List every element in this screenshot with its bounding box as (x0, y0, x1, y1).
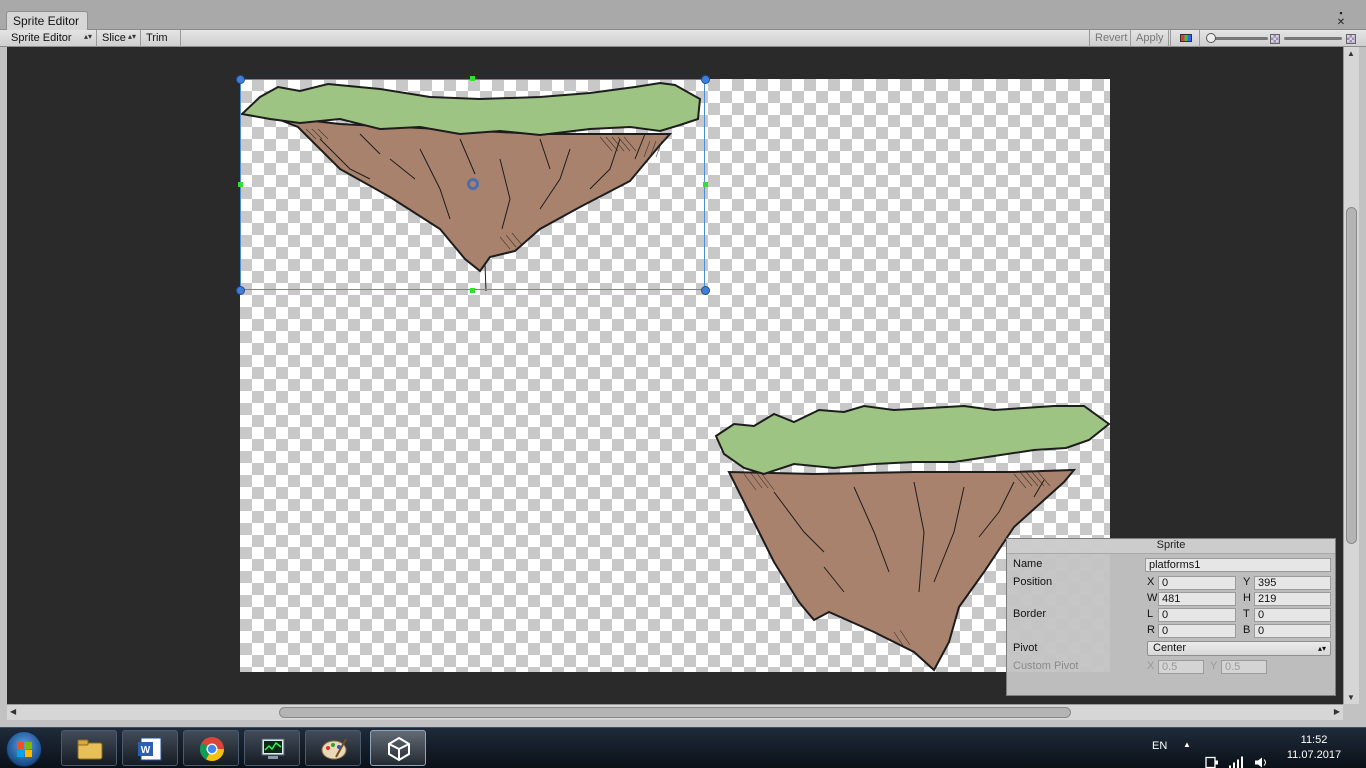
show-hidden-icons-icon[interactable]: ▲ (1183, 740, 1191, 768)
toolbar: Sprite Editor ▴▾ Slice ▴▾ Trim Revert Ap… (0, 30, 1366, 47)
taskbar-task-manager[interactable] (244, 730, 300, 766)
pivot-label: Pivot (1013, 642, 1038, 654)
resize-handle-top-left[interactable] (236, 75, 245, 84)
vertical-scrollbar-thumb[interactable] (1346, 207, 1357, 544)
border-right-field[interactable]: 0 (1158, 624, 1236, 638)
close-icon[interactable]: ✕ (1334, 18, 1348, 28)
resize-handle-bottom-left[interactable] (236, 286, 245, 295)
title-bar: Sprite Editor ▪ ✕ (0, 0, 1366, 31)
h-label: H (1243, 592, 1251, 604)
clock-time: 11:52 (1300, 734, 1328, 746)
dropdown-arrows-icon: ▴▾ (1317, 644, 1326, 653)
scroll-right-icon[interactable]: ▶ (1334, 707, 1340, 716)
custom-pivot-y-label: Y (1210, 660, 1218, 672)
border-bottom-field[interactable]: 0 (1254, 624, 1331, 638)
sprite-properties-panel: Sprite Name platforms1 Position X 0 Y 39… (1006, 538, 1336, 696)
unity-icon (388, 736, 410, 762)
start-button[interactable] (6, 731, 42, 767)
tab-sprite-editor[interactable]: Sprite Editor (6, 11, 88, 31)
w-label: W (1147, 592, 1158, 604)
name-label: Name (1013, 558, 1043, 570)
trim-button[interactable]: Trim (141, 30, 181, 47)
taskbar: W EN ▲ 11:52 11.07.2017 (0, 727, 1366, 768)
taskbar-unity[interactable] (370, 730, 426, 766)
horizontal-scrollbar[interactable]: ◀ ▶ (7, 704, 1343, 720)
name-field[interactable]: platforms1 (1145, 558, 1331, 572)
l-label: L (1147, 608, 1154, 620)
pivot-dropdown-value: Center (1153, 642, 1187, 654)
taskbar-file-explorer[interactable] (61, 730, 117, 766)
dropdown-arrows-icon: ▴▾ (83, 32, 92, 41)
pivot-handle[interactable] (467, 178, 479, 190)
mode-dropdown[interactable]: Sprite Editor ▴▾ (6, 30, 97, 47)
paint-icon (321, 738, 347, 760)
position-x-field[interactable]: 0 (1158, 576, 1236, 590)
apply-button[interactable]: Apply (1131, 30, 1169, 47)
zoom-slider-thumb[interactable] (1206, 33, 1216, 43)
resize-handle-top[interactable] (470, 76, 475, 81)
mip-large-icon (1346, 34, 1356, 44)
border-left-field[interactable]: 0 (1158, 608, 1236, 622)
scroll-down-icon[interactable]: ▼ (1347, 693, 1355, 702)
dropdown-arrows-icon: ▴▾ (127, 32, 136, 41)
x-label: X (1147, 576, 1155, 588)
mip-small-icon (1270, 34, 1280, 44)
system-clock[interactable]: 11:52 11.07.2017 (1278, 733, 1350, 763)
r-label: R (1147, 624, 1155, 636)
width-field[interactable]: 481 (1158, 592, 1236, 606)
slice-dropdown[interactable]: Slice ▴▾ (97, 30, 141, 47)
color-channel-toggle[interactable] (1170, 30, 1200, 47)
resize-handle-bottom[interactable] (470, 288, 475, 293)
height-field[interactable]: 219 (1254, 592, 1331, 606)
custom-pivot-x-label: X (1147, 660, 1155, 672)
task-manager-icon (261, 738, 285, 759)
windows-logo-icon (17, 742, 33, 758)
svg-text:W: W (141, 745, 151, 756)
language-indicator[interactable]: EN (1152, 740, 1167, 768)
b-label: B (1243, 624, 1251, 636)
border-top-field[interactable]: 0 (1254, 608, 1331, 622)
volume-icon[interactable] (1254, 742, 1268, 768)
revert-button[interactable]: Revert (1089, 30, 1131, 47)
scroll-left-icon[interactable]: ◀ (10, 707, 16, 716)
resize-handle-bottom-right[interactable] (701, 286, 710, 295)
resize-handle-right[interactable] (703, 182, 708, 187)
action-center-icon[interactable] (1205, 742, 1219, 768)
zoom-slider[interactable] (1206, 33, 1268, 43)
word-icon: W (138, 737, 162, 761)
mode-dropdown-label: Sprite Editor (11, 32, 72, 44)
scroll-up-icon[interactable]: ▲ (1347, 49, 1355, 58)
resize-handle-left[interactable] (238, 182, 243, 187)
custom-pivot-y-field: 0.5 (1221, 660, 1267, 674)
custom-pivot-x-field: 0.5 (1158, 660, 1204, 674)
t-label: T (1243, 608, 1250, 620)
sprite-editor-window: Sprite Editor ▪ ✕ Sprite Editor ▴▾ Slice… (0, 0, 1366, 727)
vertical-scrollbar[interactable]: ▲ ▼ (1343, 47, 1359, 704)
pivot-dropdown[interactable]: Center ▴▾ (1147, 641, 1331, 656)
position-label: Position (1013, 576, 1053, 588)
window-controls: ▪ ✕ (1334, 8, 1348, 28)
position-y-field[interactable]: 395 (1254, 576, 1331, 590)
custom-pivot-label: Custom Pivot (1013, 660, 1079, 672)
horizontal-scrollbar-thumb[interactable] (279, 707, 1071, 718)
y-label: Y (1243, 576, 1251, 588)
taskbar-paint[interactable] (305, 730, 361, 766)
panel-title: Sprite (1007, 539, 1335, 554)
clock-date: 11.07.2017 (1286, 749, 1342, 761)
rgb-channels-icon (1180, 34, 1192, 42)
taskbar-chrome[interactable] (183, 730, 239, 766)
network-signal-icon[interactable] (1228, 742, 1244, 768)
border-label: Border (1013, 608, 1047, 620)
chrome-icon (199, 737, 224, 762)
resize-handle-top-right[interactable] (701, 75, 710, 84)
mip-level-slider[interactable] (1284, 34, 1342, 43)
file-explorer-icon (77, 739, 103, 760)
taskbar-word[interactable]: W (122, 730, 178, 766)
slice-dropdown-label: Slice (102, 32, 126, 44)
